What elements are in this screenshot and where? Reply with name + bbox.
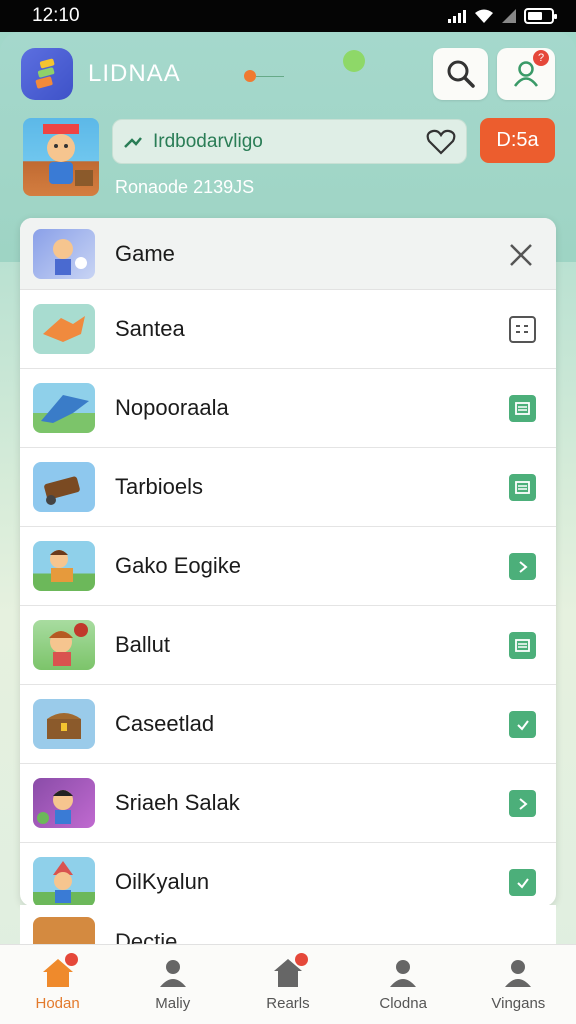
search-icon	[447, 60, 475, 88]
orange-action-button[interactable]: D:5a	[480, 118, 555, 163]
item-label: Tarbioels	[115, 474, 204, 499]
featured-game-thumbnail[interactable]	[23, 118, 99, 196]
nav-badge	[64, 953, 78, 966]
nav-item-vingans[interactable]: Vingans	[468, 957, 568, 1012]
item-thumbnail	[33, 699, 95, 749]
nav-badge	[294, 953, 308, 966]
check-icon[interactable]	[509, 711, 536, 738]
header-subtitle: Ronaode 2139JS	[115, 177, 255, 197]
list-header-thumbnail	[33, 228, 95, 279]
person-icon	[505, 960, 532, 987]
nav-label: Hodan	[35, 995, 80, 1012]
list-icon[interactable]	[509, 395, 536, 422]
list-item-partial[interactable]: Dectie	[20, 905, 556, 945]
profile-button[interactable]: ?	[497, 48, 555, 100]
list-item[interactable]: Nopooraala	[20, 369, 556, 448]
close-icon[interactable]	[508, 242, 534, 268]
item-label: Caseetlad	[115, 711, 215, 736]
notification-badge: ?	[533, 50, 549, 66]
nav-item-rearls[interactable]: Rearls	[238, 953, 338, 1012]
list-item[interactable]: Tarbioels	[20, 448, 556, 527]
decor-line	[256, 76, 284, 77]
search-button[interactable]	[433, 48, 488, 100]
decor-dot-green	[343, 50, 365, 72]
trend-icon	[124, 136, 142, 148]
fox-icon	[43, 316, 85, 342]
item-label: OilKyalun	[115, 869, 210, 894]
chevron-icon[interactable]	[509, 553, 536, 580]
item-label: Sriaeh Salak	[115, 790, 240, 815]
status-bar: 12:10	[0, 0, 576, 32]
list-item[interactable]: Ballut	[20, 606, 556, 685]
nav-label: Maliy	[155, 995, 191, 1012]
item-thumbnail	[33, 304, 95, 354]
character-icon	[43, 124, 93, 186]
list-item[interactable]: Gako Eogike	[20, 527, 556, 606]
item-label: Nopooraala	[115, 395, 229, 420]
status-time: 12:10	[32, 5, 80, 26]
item-thumbnail	[33, 383, 95, 433]
nav-item-maliy[interactable]: Maliy	[123, 957, 223, 1012]
nav-label: Clodna	[379, 995, 427, 1012]
bird-icon	[41, 395, 89, 423]
item-thumbnail	[33, 620, 95, 670]
item-label: Santea	[115, 316, 185, 341]
grid-icon[interactable]	[509, 316, 536, 343]
character-icon	[53, 861, 73, 903]
bottom-navigation: Hodan Maliy Rearls Clodna Vingans	[0, 944, 576, 1024]
search-pill-text: Irdbodarvligo	[153, 130, 263, 152]
check-icon[interactable]	[509, 869, 536, 896]
person-icon	[390, 960, 417, 987]
nav-item-clodna[interactable]: Clodna	[353, 957, 453, 1012]
heart-icon[interactable]	[426, 129, 456, 155]
list-header-label: Game	[115, 240, 175, 266]
item-thumbnail	[33, 462, 95, 512]
app-name: LIDNAA	[88, 60, 181, 87]
nav-label: Rearls	[266, 995, 310, 1012]
item-label: Ballut	[115, 632, 171, 657]
nav-item-hodan[interactable]: Hodan	[8, 953, 108, 1012]
chevron-icon[interactable]	[509, 790, 536, 817]
battery-icon	[524, 8, 557, 24]
app-logo-icon	[35, 58, 55, 89]
app-logo[interactable]	[21, 48, 73, 100]
decor-dot	[244, 70, 256, 82]
item-label: Dectie	[115, 929, 178, 945]
list-item[interactable]: Sriaeh Salak	[20, 764, 556, 843]
list-item[interactable]: OilKyalun	[20, 843, 556, 906]
list-header: Game	[20, 218, 556, 290]
item-thumbnail	[33, 778, 95, 828]
status-icons	[448, 8, 557, 24]
item-thumbnail	[33, 541, 95, 591]
item-thumbnail	[33, 917, 95, 945]
nav-label: Vingans	[491, 995, 546, 1012]
character-icon	[37, 790, 73, 824]
character-icon	[50, 550, 73, 582]
person-icon	[159, 960, 186, 987]
search-pill[interactable]: Irdbodarvligo	[112, 119, 467, 164]
character-icon	[53, 238, 87, 275]
item-label: Gako Eogike	[115, 553, 241, 578]
chest-icon	[47, 713, 81, 739]
game-list: Game Santea Nopooraala Tarbioels Gako Eo…	[20, 218, 556, 906]
character-icon	[49, 623, 88, 666]
item-thumbnail	[33, 857, 95, 906]
cannon-icon	[44, 476, 80, 505]
signal-icon	[448, 9, 466, 23]
list-item[interactable]: Santea	[20, 290, 556, 369]
wifi-icon	[475, 9, 493, 23]
list-icon[interactable]	[509, 632, 536, 659]
list-icon[interactable]	[509, 474, 536, 501]
signal-2-icon	[502, 9, 516, 23]
list-item[interactable]: Caseetlad	[20, 685, 556, 764]
